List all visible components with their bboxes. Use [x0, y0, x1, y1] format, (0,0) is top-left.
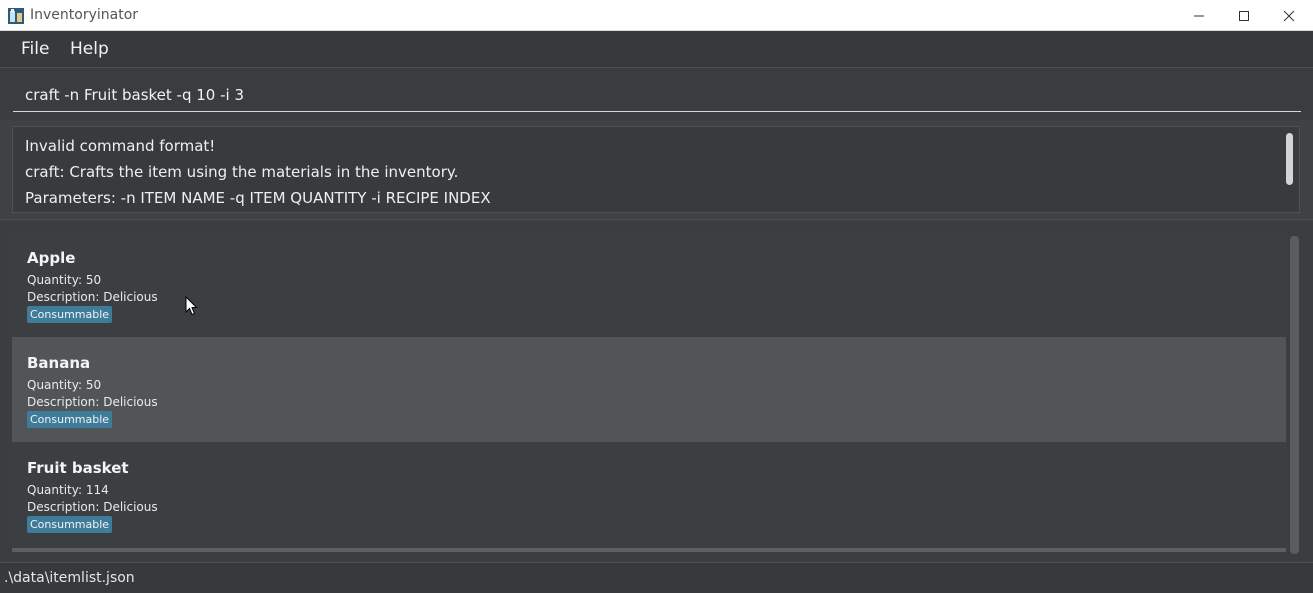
menu-file[interactable]: File	[21, 39, 49, 59]
command-input[interactable]	[13, 78, 1301, 112]
result-display[interactable]: Invalid command format! craft: Crafts th…	[12, 126, 1300, 213]
item-name: Apple	[27, 249, 76, 267]
item-tag: Consummable	[27, 306, 113, 323]
item-card[interactable]: Fruit basket Quantity: 114 Description: …	[12, 442, 1286, 547]
item-quantity: Quantity: 114	[27, 483, 109, 497]
item-list-panel: Apple Quantity: 50 Description: Deliciou…	[0, 219, 1313, 561]
item-quantity: Quantity: 50	[27, 273, 102, 287]
item-description: Description: Delicious	[27, 500, 158, 514]
item-name: Fruit basket	[27, 459, 129, 477]
close-button[interactable]	[1266, 0, 1311, 31]
data-file-path: .\data\itemlist.json	[4, 570, 135, 586]
command-box-area	[0, 68, 1313, 120]
result-scrollbar[interactable]	[1286, 133, 1293, 185]
menu-help[interactable]: Help	[70, 39, 109, 59]
item-tag: Consummable	[27, 411, 113, 428]
result-line: Invalid command format!	[25, 137, 216, 155]
close-icon	[1283, 10, 1294, 21]
mouse-cursor-icon	[185, 295, 198, 320]
item-card-selected[interactable]: Banana Quantity: 50 Description: Delicio…	[12, 337, 1286, 442]
inventory-app-icon	[8, 8, 24, 24]
minimize-icon	[1193, 15, 1204, 16]
title-bar: Inventoryinator	[0, 0, 1313, 31]
maximize-icon	[1238, 10, 1249, 21]
result-line: Parameters: -n ITEM NAME -q ITEM QUANTIT…	[25, 189, 491, 207]
item-name: Banana	[27, 354, 91, 372]
item-tag: Consummable	[27, 516, 113, 533]
minimize-button[interactable]	[1176, 0, 1221, 31]
status-bar: .\data\itemlist.json	[0, 562, 1313, 593]
item-quantity: Quantity: 50	[27, 378, 102, 392]
maximize-button[interactable]	[1221, 0, 1266, 31]
item-list-scrollbar[interactable]	[1290, 236, 1299, 554]
item-description: Description: Delicious	[27, 290, 158, 304]
item-card[interactable]: Apple Quantity: 50 Description: Deliciou…	[12, 232, 1286, 337]
item-description: Description: Delicious	[27, 395, 158, 409]
item-list: Apple Quantity: 50 Description: Deliciou…	[12, 232, 1286, 550]
window-title: Inventoryinator	[30, 7, 139, 23]
list-bottom-edge	[12, 548, 1286, 552]
result-line: craft: Crafts the item using the materia…	[25, 163, 459, 181]
menu-bar: File Help	[0, 31, 1313, 68]
